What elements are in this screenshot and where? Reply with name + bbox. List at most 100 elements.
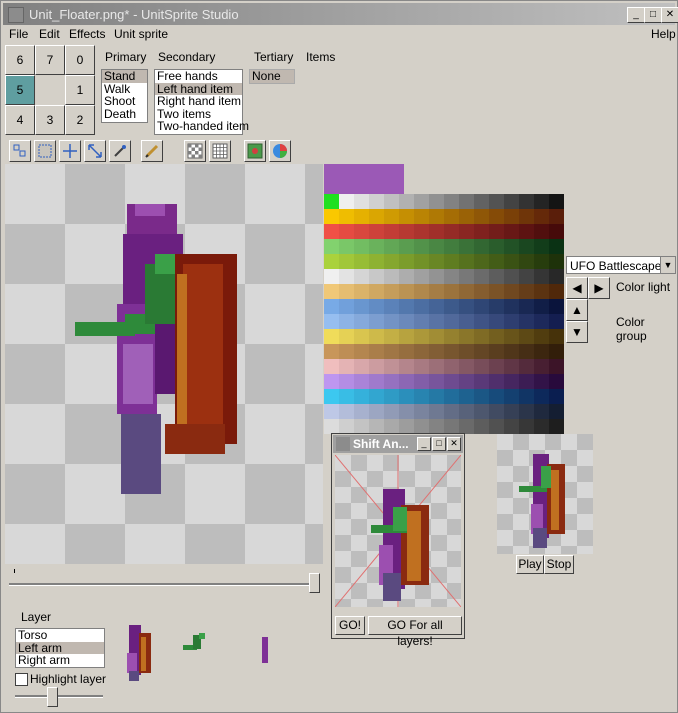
palette-swatch[interactable]: [459, 374, 474, 389]
palette-swatch[interactable]: [399, 254, 414, 269]
palette-swatch[interactable]: [354, 329, 369, 344]
go-all-layers-button[interactable]: GO For all layers!: [368, 616, 462, 648]
minimize-button[interactable]: _: [627, 7, 645, 23]
palette-swatch[interactable]: [384, 209, 399, 224]
palette-swatch[interactable]: [414, 359, 429, 374]
palette-swatch[interactable]: [384, 404, 399, 419]
palette-swatch[interactable]: [414, 389, 429, 404]
palette-swatch[interactable]: [339, 209, 354, 224]
palette-swatch[interactable]: [549, 269, 564, 284]
palette-swatch[interactable]: [519, 329, 534, 344]
palette-swatch[interactable]: [549, 389, 564, 404]
palette-swatch[interactable]: [429, 419, 444, 434]
palette-swatch[interactable]: [549, 209, 564, 224]
direction-4-button[interactable]: 4: [5, 105, 35, 135]
palette-swatch[interactable]: [399, 419, 414, 434]
palette-swatch[interactable]: [369, 359, 384, 374]
palette-swatch[interactable]: [354, 254, 369, 269]
palette-swatch[interactable]: [534, 329, 549, 344]
palette-swatch[interactable]: [549, 419, 564, 434]
palette-swatch[interactable]: [519, 359, 534, 374]
palette-swatch[interactable]: [414, 419, 429, 434]
palette-swatch[interactable]: [429, 329, 444, 344]
palette-swatch[interactable]: [459, 329, 474, 344]
menu-edit[interactable]: Edit: [39, 27, 60, 41]
palette-image-button[interactable]: [244, 140, 266, 162]
layer-slider-thumb[interactable]: [47, 687, 58, 707]
palette-swatch[interactable]: [384, 374, 399, 389]
palette-swatch[interactable]: [429, 404, 444, 419]
palette-swatch[interactable]: [354, 419, 369, 434]
palette-swatch[interactable]: [354, 374, 369, 389]
palette-swatch[interactable]: [519, 299, 534, 314]
palette-swatch[interactable]: [549, 359, 564, 374]
palette-swatch[interactable]: [549, 329, 564, 344]
palette-swatch[interactable]: [489, 419, 504, 434]
palette-swatch[interactable]: [489, 359, 504, 374]
palette-swatch[interactable]: [399, 209, 414, 224]
palette-swatch[interactable]: [489, 389, 504, 404]
secondary-item-right-hand[interactable]: Right hand item: [155, 95, 242, 108]
color-light-right-button[interactable]: ▶: [588, 277, 610, 299]
palette-swatch[interactable]: [489, 299, 504, 314]
palette-swatch[interactable]: [429, 194, 444, 209]
palette-swatch[interactable]: [369, 389, 384, 404]
palette-swatch[interactable]: [384, 194, 399, 209]
palette-swatch[interactable]: [369, 314, 384, 329]
palette-swatch[interactable]: [489, 224, 504, 239]
palette-swatch[interactable]: [369, 194, 384, 209]
direction-3-button[interactable]: 3: [35, 105, 65, 135]
palette-swatch[interactable]: [339, 254, 354, 269]
palette-swatch[interactable]: [324, 374, 339, 389]
palette-swatch[interactable]: [339, 419, 354, 434]
palette-swatch[interactable]: [399, 239, 414, 254]
direction-5-button[interactable]: 5: [5, 75, 35, 105]
palette-swatch[interactable]: [549, 254, 564, 269]
palette-swatch[interactable]: [384, 329, 399, 344]
palette-swatch[interactable]: [504, 404, 519, 419]
palette-swatch[interactable]: [414, 374, 429, 389]
palette-swatch[interactable]: [339, 314, 354, 329]
select-tool-button[interactable]: [34, 140, 56, 162]
palette-swatch[interactable]: [474, 329, 489, 344]
color-picker-button[interactable]: [269, 140, 291, 162]
palette-swatch[interactable]: [474, 374, 489, 389]
palette-swatch[interactable]: [384, 359, 399, 374]
palette-swatch[interactable]: [384, 389, 399, 404]
palette-swatch[interactable]: [534, 254, 549, 269]
palette-swatch[interactable]: [504, 374, 519, 389]
palette-swatch[interactable]: [489, 314, 504, 329]
palette-swatch[interactable]: [324, 359, 339, 374]
palette-swatch[interactable]: [444, 374, 459, 389]
palette-swatch[interactable]: [534, 224, 549, 239]
palette-swatch[interactable]: [399, 359, 414, 374]
palette-swatch[interactable]: [474, 344, 489, 359]
palette-swatch[interactable]: [444, 239, 459, 254]
color-light-left-button[interactable]: ◀: [566, 277, 588, 299]
primary-item-shoot[interactable]: Shoot: [102, 95, 147, 108]
palette-swatch[interactable]: [414, 404, 429, 419]
palette-swatch[interactable]: [354, 389, 369, 404]
color-group-down-button[interactable]: ▼: [566, 321, 588, 343]
palette-swatch[interactable]: [504, 344, 519, 359]
palette-swatch[interactable]: [459, 209, 474, 224]
palette-swatch[interactable]: [459, 224, 474, 239]
palette-swatch[interactable]: [549, 404, 564, 419]
palette-swatch[interactable]: [339, 329, 354, 344]
palette-swatch[interactable]: [504, 299, 519, 314]
palette-swatch[interactable]: [519, 284, 534, 299]
tertiary-item-none[interactable]: None: [250, 70, 294, 83]
palette-swatch[interactable]: [504, 314, 519, 329]
palette-swatch[interactable]: [504, 209, 519, 224]
palette-swatch[interactable]: [474, 404, 489, 419]
palette-swatch[interactable]: [339, 359, 354, 374]
palette-swatch[interactable]: [354, 239, 369, 254]
palette-swatch[interactable]: [489, 209, 504, 224]
palette-swatch[interactable]: [459, 389, 474, 404]
palette-swatch[interactable]: [339, 299, 354, 314]
palette-swatch[interactable]: [384, 254, 399, 269]
palette-swatch[interactable]: [414, 224, 429, 239]
palette-swatch[interactable]: [384, 344, 399, 359]
secondary-item-two-handed[interactable]: Two-handed item: [155, 120, 249, 133]
palette-swatch[interactable]: [489, 404, 504, 419]
